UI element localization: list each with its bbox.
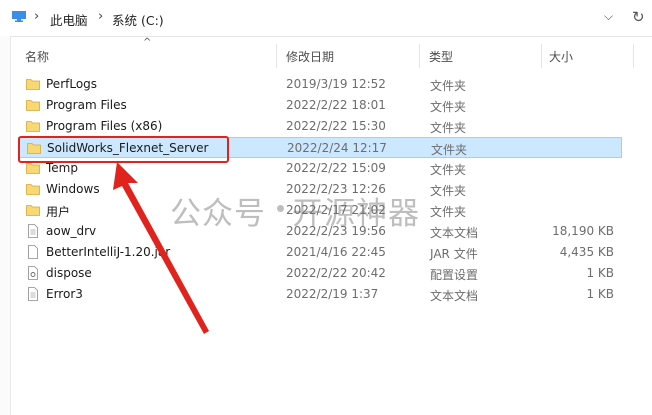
- watermark-right: 开源神器: [292, 196, 420, 232]
- watermark: 公众号 开源神器: [170, 188, 420, 233]
- watermark-dot: [277, 205, 284, 212]
- watermark-left: 公众号: [170, 196, 266, 232]
